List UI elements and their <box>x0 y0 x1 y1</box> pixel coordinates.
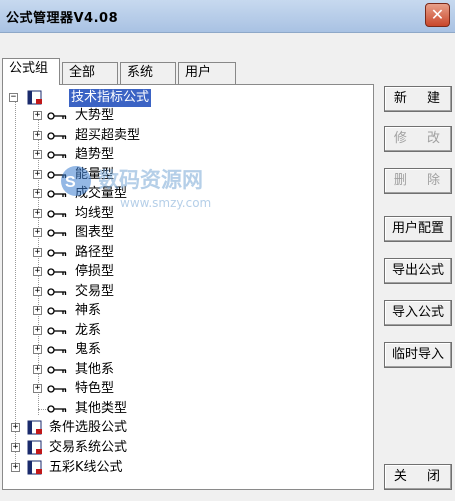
tree-category-label: 路径型 <box>75 244 115 260</box>
tree-group-label: 交易系统公式 <box>49 440 128 455</box>
formula-tree[interactable]: − 技术指标公式 + 大势型 + 超买超卖型 + 趋势型 + 能量型 + 成交量型 + 均线型 + 图表型… <box>2 84 374 490</box>
key-icon <box>47 248 67 257</box>
key-icon <box>47 190 67 198</box>
key-icon <box>47 268 67 276</box>
expander[interactable]: + <box>33 130 42 140</box>
formula-manager-window: 公式管理器V4.08 ✕ 公式组 全部 系统 用户 − 技术指标公式 + 大势型 +… <box>0 0 455 501</box>
close-button[interactable]: 关 闭 <box>384 464 452 490</box>
key-icon <box>47 170 67 179</box>
new-button[interactable]: 新 建 <box>384 86 452 112</box>
title-bar[interactable]: 公式管理器V4.08 ✕ <box>0 0 455 33</box>
watermark-url: www.smzy.com <box>120 196 211 210</box>
key-icon <box>47 404 67 413</box>
tree-category-label: 大势型 <box>75 108 115 123</box>
tree-category-label: 图表型 <box>75 225 115 240</box>
expander[interactable]: + <box>11 443 20 452</box>
tab-system[interactable]: 系统 <box>120 62 176 84</box>
tree-category-label: 特色型 <box>75 381 115 396</box>
expander[interactable]: + <box>33 325 42 335</box>
key-icon <box>47 385 67 393</box>
close-icon[interactable]: ✕ <box>425 3 450 27</box>
key-icon <box>47 209 67 218</box>
expander[interactable]: + <box>33 111 42 120</box>
user-config-button[interactable]: 用户配置 <box>384 216 452 242</box>
formula-book-icon <box>27 460 42 475</box>
tab-formula-group[interactable]: 公式组 <box>2 58 60 85</box>
expander[interactable]: − <box>9 93 18 102</box>
expander[interactable]: + <box>33 228 42 237</box>
tree-category-label: 神系 <box>75 303 102 318</box>
expander[interactable]: + <box>11 423 20 432</box>
expander[interactable]: + <box>33 384 42 393</box>
tree-category-label: 交易型 <box>75 283 115 299</box>
tree-category-label: 其他类型 <box>75 400 128 416</box>
tree-category-label: 鬼系 <box>75 342 102 357</box>
key-icon <box>47 307 67 315</box>
tree-category-label: 成交量型 <box>75 186 128 201</box>
tree-category-label: 均线型 <box>75 205 115 221</box>
import-formula-button[interactable]: 导入公式 <box>384 300 452 326</box>
tree-category-label: 龙系 <box>75 322 102 338</box>
tab-user[interactable]: 用户 <box>178 62 236 84</box>
tree-category-label: 其他系 <box>75 361 115 377</box>
key-icon <box>47 326 67 335</box>
key-icon <box>47 365 67 374</box>
tree-group-label: 五彩K线公式 <box>49 460 123 475</box>
key-icon <box>47 287 67 296</box>
tree-root-label: 技术指标公式 <box>69 89 152 107</box>
tree-category-label: 停损型 <box>75 264 115 279</box>
key-icon <box>47 151 67 159</box>
expander[interactable]: + <box>33 169 42 179</box>
key-icon <box>47 112 67 120</box>
expander[interactable]: + <box>33 286 42 296</box>
expander[interactable]: + <box>33 247 42 257</box>
expander[interactable]: + <box>33 306 42 315</box>
tab-all[interactable]: 全部 <box>62 62 118 84</box>
expander[interactable]: + <box>33 364 42 374</box>
modify-button[interactable]: 修 改 <box>384 126 452 152</box>
window-title: 公式管理器V4.08 <box>6 11 119 26</box>
tree-category-label: 超买超卖型 <box>75 127 141 143</box>
delete-button[interactable]: 删 除 <box>384 168 452 194</box>
expander[interactable]: + <box>11 463 20 472</box>
tree-group-label: 条件选股公式 <box>49 420 128 435</box>
export-formula-button[interactable]: 导出公式 <box>384 258 452 284</box>
formula-book-icon <box>27 90 42 105</box>
key-icon <box>47 229 67 237</box>
expander[interactable]: + <box>33 150 42 159</box>
expander[interactable]: + <box>33 189 42 198</box>
expander[interactable]: + <box>33 267 42 276</box>
expander[interactable]: + <box>33 345 42 354</box>
formula-book-icon <box>27 440 42 455</box>
temp-import-button[interactable]: 临时导入 <box>384 342 452 368</box>
tree-category-label: 能量型 <box>75 166 115 182</box>
expander[interactable]: + <box>33 208 42 218</box>
key-icon <box>47 346 67 354</box>
formula-book-icon <box>27 420 42 435</box>
tree-line <box>15 97 16 467</box>
tree-category-label: 趋势型 <box>75 147 115 162</box>
key-icon <box>47 131 67 140</box>
